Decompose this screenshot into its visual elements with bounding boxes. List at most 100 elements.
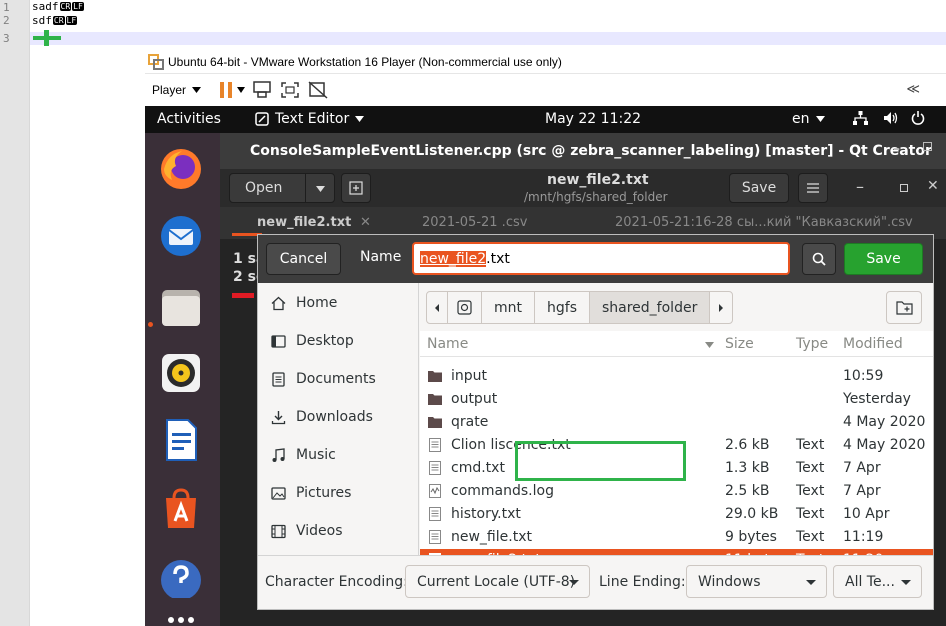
filter-combo[interactable]: All Te... bbox=[833, 565, 922, 598]
sidebar-item-videos[interactable]: Videos bbox=[270, 519, 343, 543]
file-row[interactable]: commands.log 2.5 kB Text 7 Apr bbox=[420, 480, 933, 503]
path-segment-shared-folder[interactable]: shared_folder bbox=[589, 292, 711, 323]
sidebar-item-label: Downloads bbox=[296, 409, 373, 425]
text-file-icon bbox=[428, 507, 442, 521]
running-indicator bbox=[148, 322, 153, 327]
sidebar-item-label: Music bbox=[296, 447, 336, 463]
file-row[interactable]: Clion liscence.txt 2.6 kB Text 4 May 2020 bbox=[420, 434, 933, 457]
search-button[interactable] bbox=[802, 243, 836, 275]
files-icon[interactable] bbox=[157, 283, 205, 331]
path-segment-hgfs[interactable]: hgfs bbox=[535, 292, 590, 323]
file-row[interactable]: output Yesterday bbox=[420, 388, 933, 411]
show-applications-icon[interactable] bbox=[157, 613, 205, 626]
line-number: 3 bbox=[3, 32, 10, 45]
file-row[interactable]: qrate 4 May 2020 bbox=[420, 411, 933, 434]
power-icon[interactable] bbox=[911, 111, 925, 129]
close-icon[interactable]: ✕ bbox=[360, 215, 371, 230]
editor-line[interactable]: sdf CR LF bbox=[32, 14, 78, 27]
file-list: Name Size Type Modified input 10:59 output… bbox=[420, 331, 933, 572]
green-cursor-plus-icon bbox=[33, 30, 61, 46]
path-back-button[interactable] bbox=[427, 292, 448, 323]
sidebar-item-documents[interactable]: Documents bbox=[270, 367, 376, 391]
line-ending-combo[interactable]: Windows bbox=[686, 565, 827, 598]
path-segment-mnt[interactable]: mnt bbox=[482, 292, 535, 323]
file-row[interactable]: history.txt 29.0 kB Text 10 Apr bbox=[420, 503, 933, 526]
editor-line[interactable]: sadf CR LF bbox=[32, 0, 84, 13]
file-name: qrate bbox=[451, 414, 489, 430]
new-tab-button[interactable] bbox=[341, 173, 371, 203]
maximize-icon[interactable] bbox=[900, 184, 908, 192]
chevron-down-icon bbox=[806, 580, 816, 585]
filename-input[interactable]: new_file2 .txt bbox=[412, 242, 790, 275]
sidebar-item-music[interactable]: Music bbox=[270, 443, 336, 467]
column-name[interactable]: Name bbox=[427, 336, 468, 352]
clock[interactable]: May 22 11:22 bbox=[545, 111, 641, 127]
sidebar-item-pictures[interactable]: Pictures bbox=[270, 481, 351, 505]
column-size[interactable]: Size bbox=[725, 336, 754, 352]
app-menu-label: Text Editor bbox=[275, 111, 350, 127]
network-icon[interactable] bbox=[853, 111, 868, 129]
sidebar-item-label: Documents bbox=[296, 371, 376, 387]
pause-icon[interactable] bbox=[215, 79, 237, 101]
path-forward-button[interactable] bbox=[710, 292, 732, 323]
rhythmbox-icon[interactable] bbox=[157, 349, 205, 397]
hamburger-menu-button[interactable] bbox=[798, 173, 828, 203]
cancel-button[interactable]: Cancel bbox=[266, 243, 341, 275]
tab-csv-2[interactable]: 2021-05-21:16-28 сы...кий "Кавказский".c… bbox=[615, 215, 913, 230]
encoding-value: Current Locale (UTF-8) bbox=[417, 573, 576, 590]
firefox-icon[interactable] bbox=[157, 145, 205, 193]
player-menu[interactable]: Player bbox=[152, 83, 202, 97]
input-language-menu[interactable]: en bbox=[792, 111, 825, 127]
sidebar-item-desktop[interactable]: Desktop bbox=[270, 329, 354, 353]
unity-icon[interactable] bbox=[307, 79, 329, 101]
minimize-icon[interactable]: – bbox=[856, 177, 864, 196]
help-icon[interactable] bbox=[157, 551, 205, 599]
sidebar-item-home[interactable]: Home bbox=[270, 291, 337, 315]
encoding-combo[interactable]: Current Locale (UTF-8) bbox=[405, 565, 590, 598]
collapse-toolbar-button[interactable]: ≪ bbox=[906, 81, 920, 97]
tab-csv-1[interactable]: 2021-05-21 .csv bbox=[422, 215, 527, 230]
sidebar-item-label: Home bbox=[296, 295, 338, 311]
path-bar: mnt hgfs shared_folder bbox=[426, 291, 734, 324]
app-menu[interactable]: Text Editor bbox=[255, 111, 365, 127]
path-root-button[interactable] bbox=[448, 292, 482, 323]
create-folder-button[interactable] bbox=[886, 291, 922, 324]
minimize-icon[interactable]: – bbox=[893, 141, 900, 157]
encoding-label: Character Encoding: bbox=[265, 574, 408, 590]
file-name: history.txt bbox=[451, 506, 521, 522]
save-button[interactable]: Save bbox=[844, 243, 923, 275]
gedit-save-label: Save bbox=[741, 180, 777, 196]
new-folder-icon bbox=[895, 301, 913, 315]
vmware-title: Ubuntu 64-bit - VMware Workstation 16 Pl… bbox=[168, 54, 562, 69]
sidebar-item-label: Desktop bbox=[296, 333, 354, 349]
software-center-icon[interactable] bbox=[157, 485, 205, 533]
log-file-icon bbox=[428, 484, 442, 498]
places-sidebar: Home Desktop Documents Downloads Music P… bbox=[258, 283, 419, 555]
column-type[interactable]: Type bbox=[796, 336, 828, 352]
close-icon[interactable]: ✕ bbox=[927, 178, 939, 194]
file-type: Text bbox=[796, 437, 825, 453]
fullscreen-icon[interactable] bbox=[279, 79, 301, 101]
line-text: sdf bbox=[32, 14, 52, 27]
line-number-gutter bbox=[0, 0, 30, 626]
file-row[interactable]: input 10:59 bbox=[420, 365, 933, 388]
tab-new-file2[interactable]: new_file2.txt bbox=[257, 215, 351, 230]
chevron-down-icon bbox=[316, 186, 325, 192]
send-ctrl-alt-del-icon[interactable] bbox=[251, 79, 273, 101]
file-row[interactable]: cmd.txt 1.3 kB Text 7 Apr bbox=[420, 457, 933, 480]
player-menu-label: Player bbox=[152, 83, 187, 97]
volume-icon[interactable] bbox=[883, 111, 899, 129]
file-row[interactable]: new_file.txt 9 bytes Text 11:19 bbox=[420, 526, 933, 549]
maximize-icon[interactable] bbox=[923, 142, 932, 151]
gedit-save-button[interactable]: Save bbox=[729, 173, 789, 203]
file-type: Text bbox=[796, 460, 825, 476]
libreoffice-writer-icon[interactable] bbox=[157, 416, 205, 464]
file-size: 9 bytes bbox=[725, 529, 777, 545]
open-button[interactable]: Open bbox=[229, 173, 335, 203]
column-modified[interactable]: Modified bbox=[843, 336, 903, 352]
chevron-down-icon[interactable] bbox=[237, 87, 246, 93]
activities-button[interactable]: Activities bbox=[157, 111, 221, 127]
thunderbird-icon[interactable] bbox=[157, 212, 205, 260]
sidebar-item-downloads[interactable]: Downloads bbox=[270, 405, 373, 429]
filename-extension: .txt bbox=[486, 250, 510, 267]
